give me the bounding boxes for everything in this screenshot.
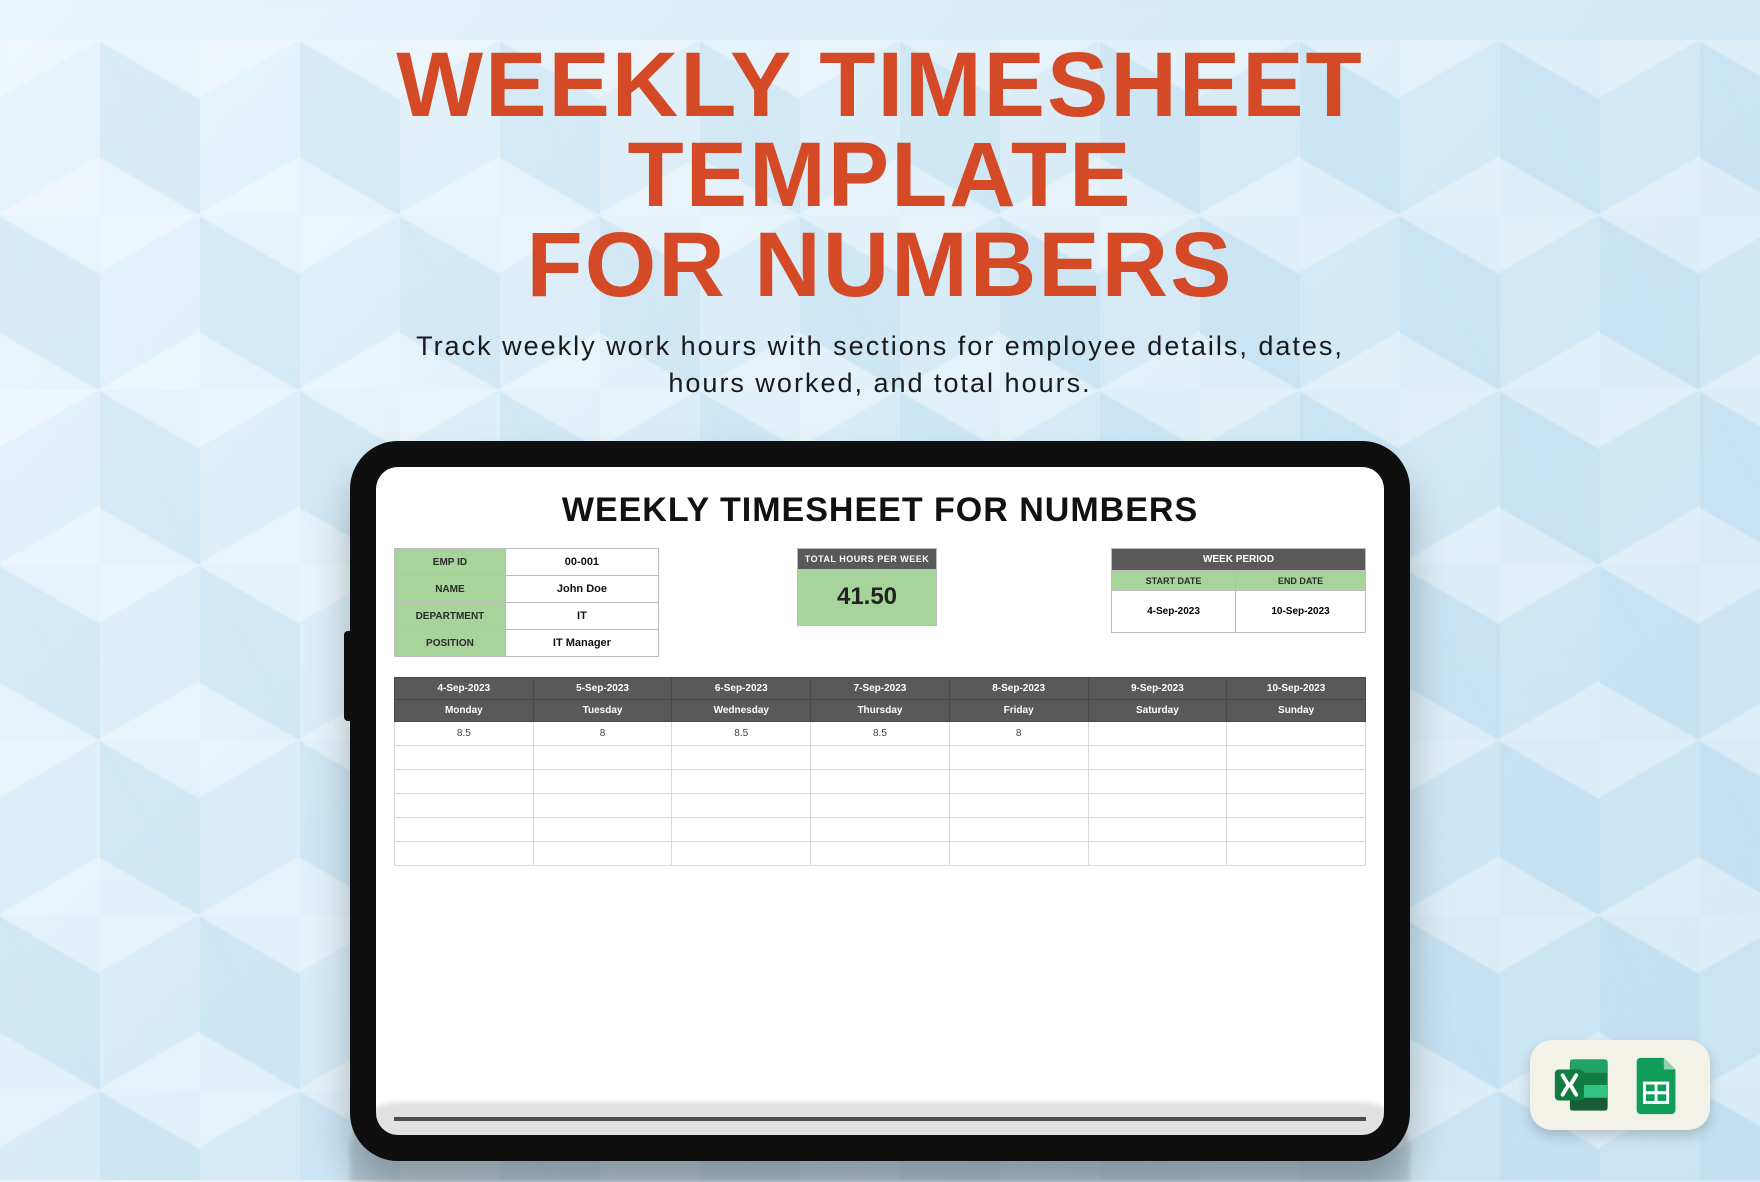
hours-cell <box>1088 722 1227 746</box>
tablet-frame: WEEKLY TIMESHEET FOR NUMBERS EMP ID 00-0… <box>350 441 1410 1161</box>
google-sheets-icon <box>1627 1054 1689 1116</box>
table-row <box>395 746 1366 770</box>
start-date-value: 4-Sep-2023 <box>1112 591 1236 633</box>
days-row: Monday Tuesday Wednesday Thursday Friday… <box>395 700 1366 722</box>
table-row: 4-Sep-2023 10-Sep-2023 <box>1112 591 1366 633</box>
col-date: 6-Sep-2023 <box>672 678 811 700</box>
start-date-label: START DATE <box>1112 571 1236 591</box>
subtitle-line-2: hours worked, and total hours. <box>0 365 1760 401</box>
hours-cell: 8 <box>533 722 672 746</box>
col-day: Wednesday <box>672 700 811 722</box>
table-row <box>395 770 1366 794</box>
hero-line-1: WEEKLY TIMESHEET <box>0 40 1760 130</box>
sheet-title: WEEKLY TIMESHEET FOR NUMBERS <box>394 491 1366 530</box>
hero-line-3: FOR NUMBERS <box>0 220 1760 310</box>
total-hours-label: TOTAL HOURS PER WEEK <box>798 549 936 569</box>
table-row: POSITION IT Manager <box>395 630 659 657</box>
col-date: 8-Sep-2023 <box>949 678 1088 700</box>
emp-id-value: 00-001 <box>505 549 658 576</box>
week-period-header: WEEK PERIOD <box>1112 549 1366 571</box>
hero-line-2: TEMPLATE <box>0 130 1760 220</box>
table-row: NAME John Doe <box>395 576 659 603</box>
col-day: Saturday <box>1088 700 1227 722</box>
hours-cell: 8 <box>949 722 1088 746</box>
employee-details-table: EMP ID 00-001 NAME John Doe DEPARTMENT I… <box>394 548 659 657</box>
position-value: IT Manager <box>505 630 658 657</box>
table-row <box>395 818 1366 842</box>
name-value: John Doe <box>505 576 658 603</box>
dept-value: IT <box>505 603 658 630</box>
end-date-value: 10-Sep-2023 <box>1236 591 1366 633</box>
tablet-screen: WEEKLY TIMESHEET FOR NUMBERS EMP ID 00-0… <box>376 467 1384 1135</box>
emp-id-label: EMP ID <box>395 549 506 576</box>
excel-icon <box>1551 1054 1613 1116</box>
col-date: 10-Sep-2023 <box>1227 678 1366 700</box>
subtitle-line-1: Track weekly work hours with sections fo… <box>0 328 1760 364</box>
table-row <box>395 842 1366 866</box>
table-row: DEPARTMENT IT <box>395 603 659 630</box>
hours-cell: 8.5 <box>811 722 950 746</box>
name-label: NAME <box>395 576 506 603</box>
col-day: Friday <box>949 700 1088 722</box>
hours-cell: 8.5 <box>395 722 534 746</box>
week-period-table: WEEK PERIOD START DATE END DATE 4-Sep-20… <box>1111 548 1366 633</box>
dept-label: DEPARTMENT <box>395 603 506 630</box>
position-label: POSITION <box>395 630 506 657</box>
col-date: 4-Sep-2023 <box>395 678 534 700</box>
total-hours-value: 41.50 <box>798 569 936 625</box>
hero-title: WEEKLY TIMESHEET TEMPLATE FOR NUMBERS <box>0 40 1760 310</box>
dates-row: 4-Sep-2023 5-Sep-2023 6-Sep-2023 7-Sep-2… <box>395 678 1366 700</box>
info-row: EMP ID 00-001 NAME John Doe DEPARTMENT I… <box>394 548 1366 657</box>
col-date: 5-Sep-2023 <box>533 678 672 700</box>
table-row: 8.5 8 8.5 8.5 8 <box>395 722 1366 746</box>
table-row: EMP ID 00-001 <box>395 549 659 576</box>
col-day: Thursday <box>811 700 950 722</box>
col-day: Sunday <box>1227 700 1366 722</box>
tablet-reflection <box>350 1102 1410 1182</box>
end-date-label: END DATE <box>1236 571 1366 591</box>
table-row <box>395 794 1366 818</box>
total-hours-box: TOTAL HOURS PER WEEK 41.50 <box>797 548 937 626</box>
timesheet-grid: 4-Sep-2023 5-Sep-2023 6-Sep-2023 7-Sep-2… <box>394 677 1366 866</box>
col-date: 9-Sep-2023 <box>1088 678 1227 700</box>
col-date: 7-Sep-2023 <box>811 678 950 700</box>
timesheet-table: 4-Sep-2023 5-Sep-2023 6-Sep-2023 7-Sep-2… <box>394 677 1366 866</box>
hours-cell: 8.5 <box>672 722 811 746</box>
col-day: Tuesday <box>533 700 672 722</box>
format-icons-pill <box>1530 1040 1710 1130</box>
hero-subtitle: Track weekly work hours with sections fo… <box>0 328 1760 401</box>
hours-cell <box>1227 722 1366 746</box>
col-day: Monday <box>395 700 534 722</box>
